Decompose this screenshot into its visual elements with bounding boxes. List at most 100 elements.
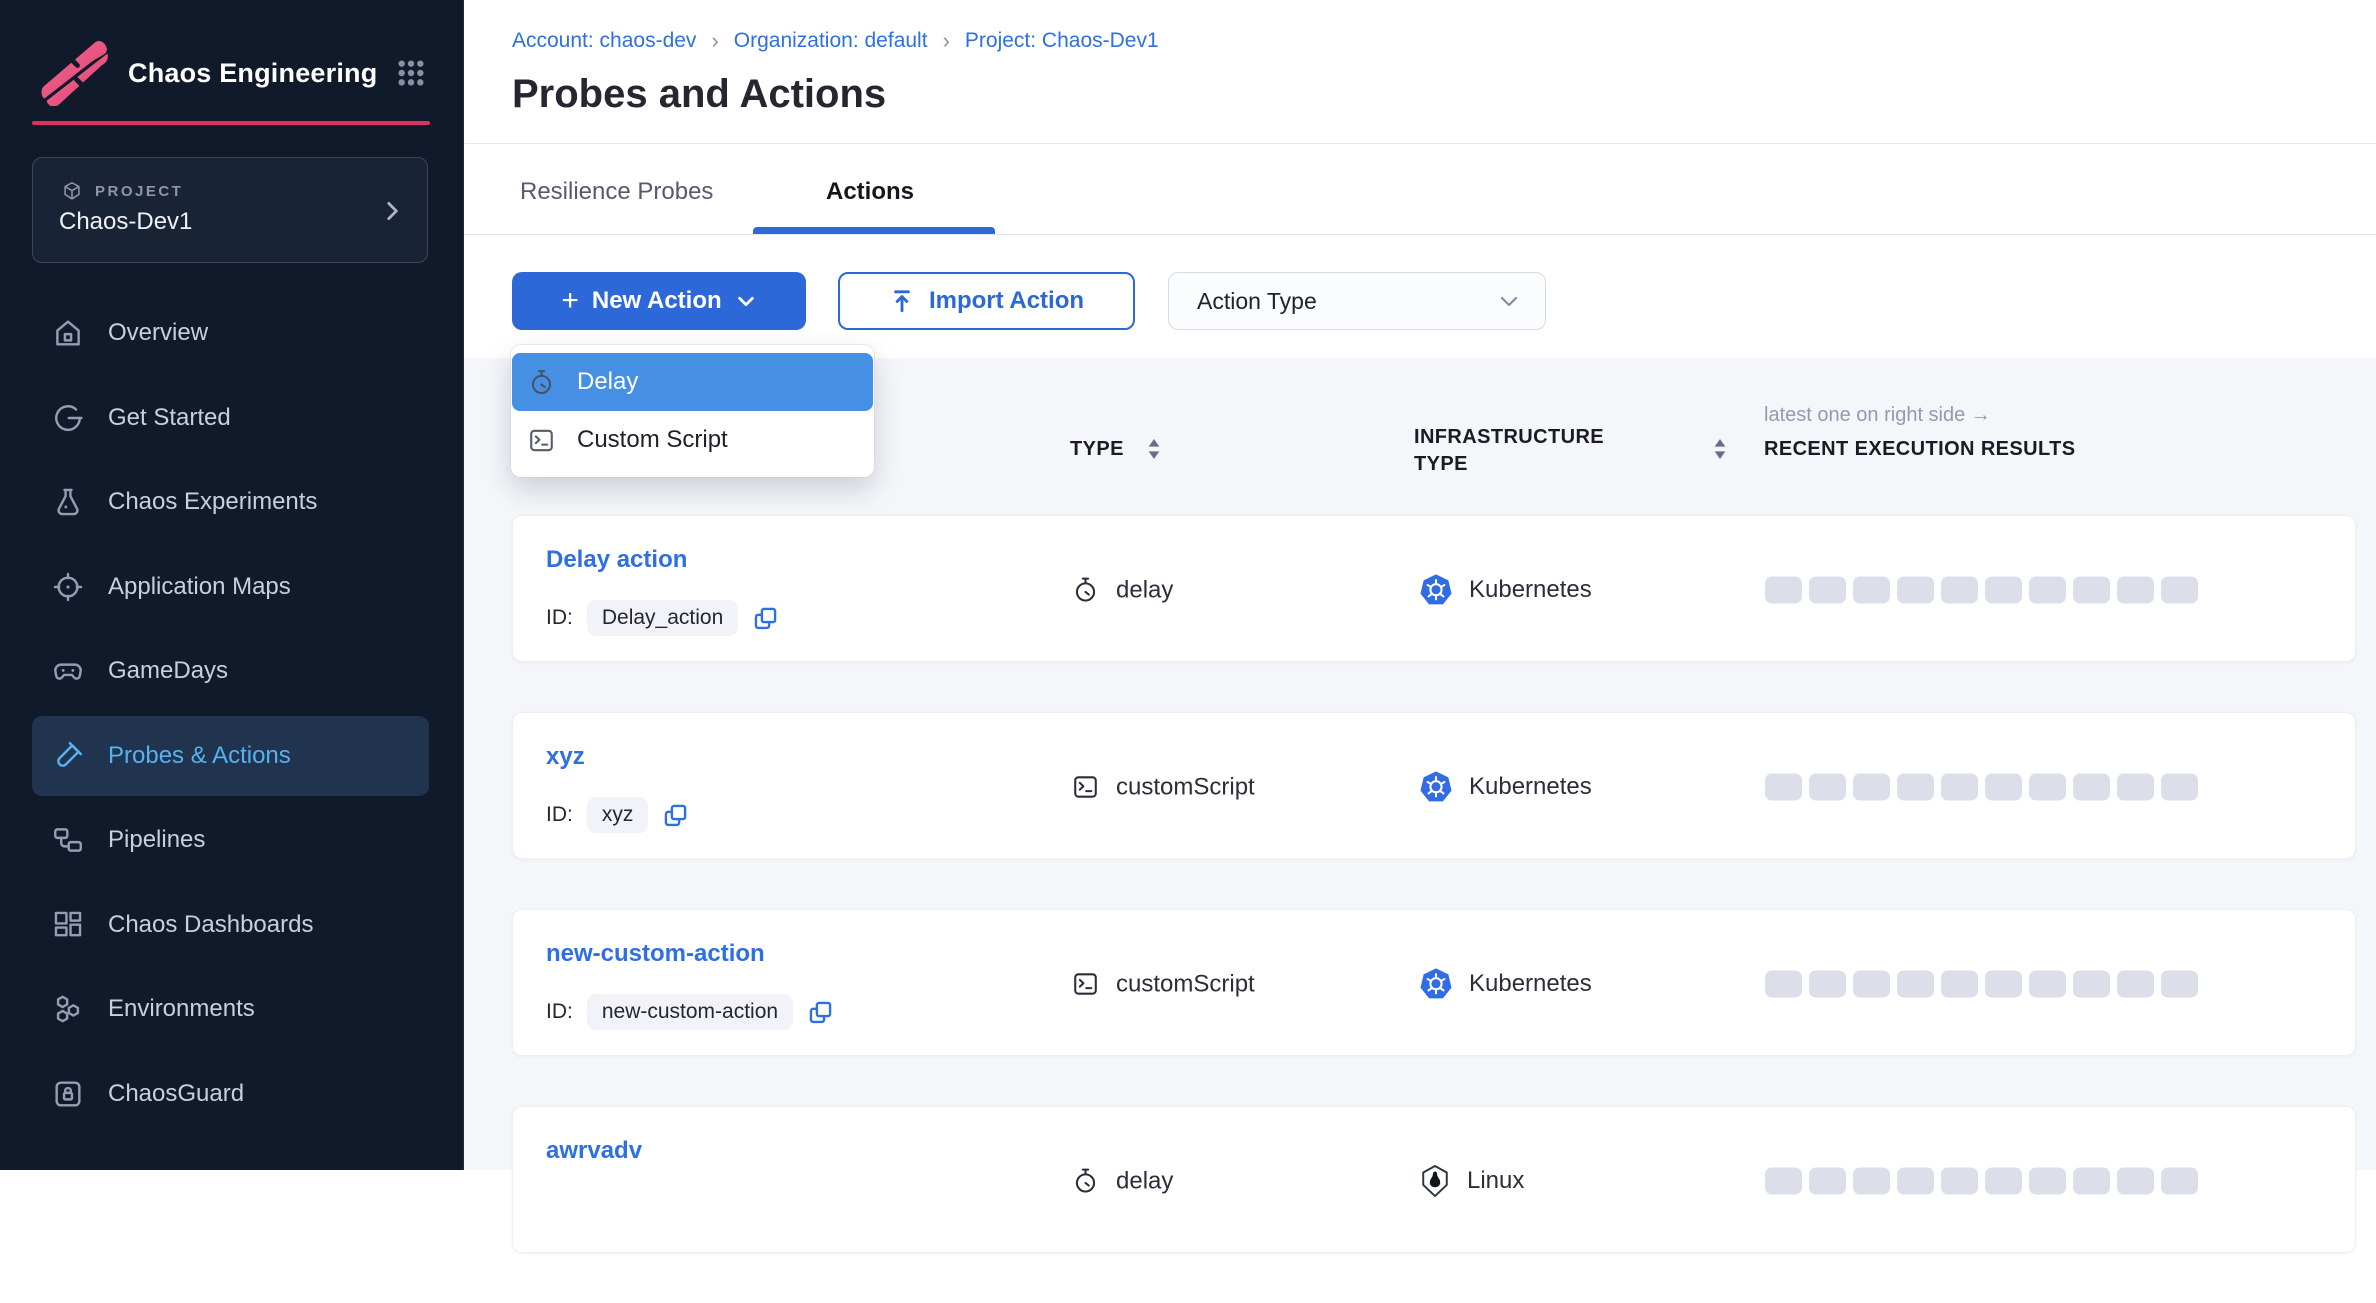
- action-name-link[interactable]: new-custom-action: [546, 940, 765, 968]
- execution-result-placeholder: [2117, 971, 2154, 998]
- copy-icon[interactable]: [807, 999, 834, 1026]
- execution-result-placeholder: [2161, 774, 2198, 801]
- execution-result-placeholder: [2073, 774, 2110, 801]
- sidebar-item-gamedays[interactable]: GameDays: [32, 631, 429, 711]
- breadcrumb-link[interactable]: Organization: default: [734, 29, 928, 53]
- sidebar-item-label: Application Maps: [108, 573, 291, 601]
- sidebar-item-pipelines[interactable]: Pipelines: [32, 800, 429, 880]
- menu-item-label: Custom Script: [577, 426, 728, 454]
- execution-result-placeholder: [1853, 774, 1890, 801]
- execution-result-placeholder: [2073, 971, 2110, 998]
- action-name-link[interactable]: xyz: [546, 743, 585, 771]
- execution-result-placeholder: [2073, 577, 2110, 604]
- type-value: delay: [1116, 1167, 1173, 1195]
- sidebar-nav: Overview Get Started Chaos Experiments Appl…: [32, 293, 429, 1138]
- recent-results-hint: latest one on right side →: [1764, 404, 1991, 427]
- type-cell: delay: [1071, 576, 1173, 605]
- execution-result-placeholder: [1809, 577, 1846, 604]
- execution-result-placeholder: [2029, 971, 2066, 998]
- kubernetes-icon: [1419, 770, 1453, 804]
- sidebar-item-chaos-dashboards[interactable]: Chaos Dashboards: [32, 885, 429, 965]
- execution-result-placeholder: [1985, 971, 2022, 998]
- sidebar-item-probes-actions[interactable]: Probes & Actions: [32, 716, 429, 796]
- project-selector[interactable]: PROJECT Chaos-Dev1: [32, 157, 428, 263]
- kubernetes-icon: [1419, 573, 1453, 607]
- sidebar-item-overview[interactable]: Overview: [32, 293, 429, 373]
- breadcrumb-separator: ›: [711, 28, 718, 54]
- new-action-button[interactable]: + New Action: [512, 272, 806, 330]
- execution-result-placeholder: [1853, 1168, 1890, 1195]
- gamepad-icon: [50, 654, 86, 688]
- sidebar-item-label: Environments: [108, 995, 255, 1023]
- execution-result-placeholder: [1765, 774, 1802, 801]
- execution-result-placeholder: [2117, 1168, 2154, 1195]
- sidebar-item-label: Get Started: [108, 404, 231, 432]
- copy-icon[interactable]: [662, 802, 689, 829]
- pipeline-icon: [50, 823, 86, 857]
- sidebar-item-label: GameDays: [108, 657, 228, 685]
- type-value: customScript: [1116, 970, 1255, 998]
- target-icon: [50, 570, 86, 604]
- chevron-down-icon: [1497, 289, 1521, 313]
- menu-item-custom-script[interactable]: Custom Script: [512, 411, 873, 469]
- sidebar-item-label: Overview: [108, 319, 208, 347]
- tab-actions[interactable]: Actions: [826, 178, 914, 206]
- terminal-icon: [527, 426, 556, 455]
- sidebar-item-label: Pipelines: [108, 826, 205, 854]
- breadcrumb-link[interactable]: Account: chaos-dev: [512, 29, 696, 53]
- execution-result-placeholder: [2117, 774, 2154, 801]
- infrastructure-cell: Kubernetes: [1419, 770, 1592, 804]
- tabbar-divider: [464, 234, 2376, 235]
- project-name: Chaos-Dev1: [59, 208, 192, 236]
- linux-icon: [1419, 1164, 1451, 1198]
- action-name-link[interactable]: Delay action: [546, 546, 687, 574]
- recent-execution-results: [1765, 971, 2198, 998]
- type-value: customScript: [1116, 773, 1255, 801]
- action-id: ID:xyz: [546, 796, 689, 834]
- execution-result-placeholder: [1941, 1168, 1978, 1195]
- chevron-down-icon: [735, 290, 757, 312]
- app-switcher-grid-icon[interactable]: [395, 57, 427, 89]
- column-header-infrastructure-type: INFRASTRUCTURE TYPE: [1414, 424, 1649, 478]
- sidebar-item-application-maps[interactable]: Application Maps: [32, 547, 429, 627]
- sidebar-item-environments[interactable]: Environments: [32, 969, 429, 1049]
- sidebar: Chaos Engineering PROJECT Chaos-Dev1: [0, 0, 464, 1170]
- sidebar-item-chaosguard[interactable]: ChaosGuard: [32, 1054, 429, 1134]
- recent-execution-results: [1765, 774, 2198, 801]
- execution-result-placeholder: [2161, 971, 2198, 998]
- execution-result-placeholder: [2029, 577, 2066, 604]
- sort-icon[interactable]: [1144, 436, 1164, 462]
- sidebar-item-chaos-experiments[interactable]: Chaos Experiments: [32, 462, 429, 542]
- stopwatch-icon: [1071, 1167, 1100, 1196]
- type-value: delay: [1116, 576, 1173, 604]
- environments-icon: [50, 992, 86, 1026]
- import-action-label: Import Action: [929, 287, 1084, 315]
- menu-item-delay[interactable]: Delay: [512, 353, 873, 411]
- execution-result-placeholder: [1809, 971, 1846, 998]
- execution-result-placeholder: [2029, 774, 2066, 801]
- copy-icon[interactable]: [752, 605, 779, 632]
- test-tube-icon: [50, 739, 86, 773]
- import-action-button[interactable]: Import Action: [838, 272, 1135, 330]
- infrastructure-value: Linux: [1467, 1167, 1524, 1195]
- id-label: ID:: [546, 1000, 573, 1024]
- breadcrumb-link[interactable]: Project: Chaos-Dev1: [965, 29, 1159, 53]
- execution-result-placeholder: [2161, 1168, 2198, 1195]
- recent-execution-results: [1765, 577, 2198, 604]
- execution-result-placeholder: [1985, 577, 2022, 604]
- sidebar-item-get-started[interactable]: Get Started: [32, 378, 429, 458]
- execution-result-placeholder: [1897, 577, 1934, 604]
- id-value-chip: Delay_action: [587, 600, 738, 636]
- tab-resilience-probes[interactable]: Resilience Probes: [520, 178, 713, 206]
- sidebar-item-label: Chaos Experiments: [108, 488, 317, 516]
- menu-item-label: Delay: [577, 368, 638, 396]
- execution-result-placeholder: [1809, 1168, 1846, 1195]
- lock-icon: [50, 1077, 86, 1111]
- breadcrumb: Account: chaos-dev › Organization: default…: [512, 28, 1159, 54]
- action-name-link[interactable]: awrvadv: [546, 1137, 642, 1165]
- execution-result-placeholder: [2161, 577, 2198, 604]
- sort-icon[interactable]: [1710, 436, 1730, 462]
- app-title: Chaos Engineering: [128, 58, 377, 89]
- new-action-menu: Delay Custom Script: [511, 345, 874, 477]
- action-type-select[interactable]: Action Type: [1168, 272, 1546, 330]
